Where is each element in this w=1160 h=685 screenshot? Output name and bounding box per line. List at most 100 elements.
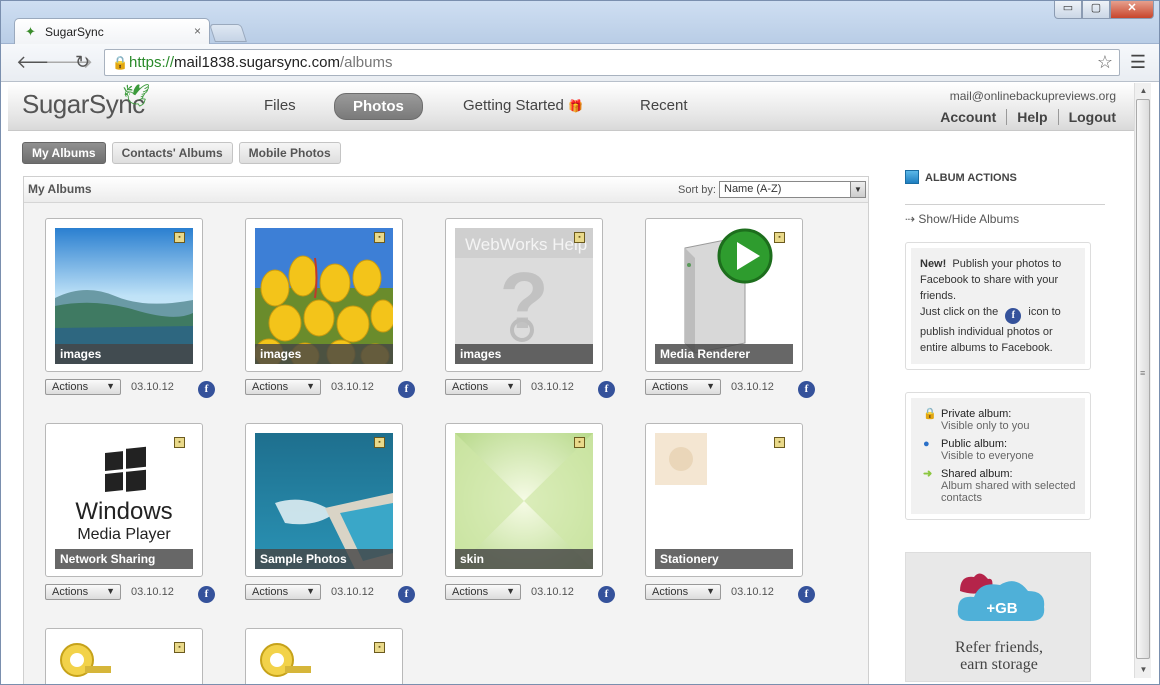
facebook-icon[interactable]: f bbox=[798, 381, 815, 398]
legend-private: 🔒 Private album: Visible only to you bbox=[923, 408, 1076, 432]
minimize-button[interactable]: ▭ bbox=[1054, 0, 1082, 19]
album-actions-dropdown[interactable]: Actions ▼ bbox=[245, 584, 321, 600]
tab-my-albums[interactable]: My Albums bbox=[22, 142, 106, 164]
ssl-lock-icon: 🔒 bbox=[112, 55, 129, 70]
albums-panel-header: My Albums Sort by: Name (A-Z) ▼ bbox=[24, 177, 868, 203]
refer-friends-banner[interactable]: +GB Refer friends, earn storage bbox=[905, 552, 1091, 682]
album-actions-dropdown[interactable]: Actions ▼ bbox=[445, 584, 521, 600]
facebook-icon[interactable]: f bbox=[798, 586, 815, 603]
facebook-icon[interactable]: f bbox=[198, 586, 215, 603]
dropdown-arrow-icon: ▼ bbox=[506, 381, 515, 391]
hummingbird-logo-icon: 🕊 bbox=[122, 83, 150, 108]
legend-shared-desc: Album shared with selected contacts bbox=[941, 480, 1076, 504]
shared-arrow-icon: ➜ bbox=[923, 468, 933, 480]
album-card[interactable]: ▪ images bbox=[245, 218, 403, 372]
refer-line1: Refer friends, bbox=[955, 639, 1043, 656]
album-card[interactable]: ▪ bbox=[245, 628, 403, 685]
dropdown-arrow-icon: ▼ bbox=[706, 381, 715, 391]
facebook-icon[interactable]: f bbox=[198, 381, 215, 398]
album-label[interactable]: Media Renderer bbox=[655, 344, 793, 364]
help-link[interactable]: Help bbox=[1006, 109, 1057, 125]
album-label[interactable]: Sample Photos bbox=[255, 549, 393, 569]
dropdown-arrow-icon: ▼ bbox=[306, 381, 315, 391]
facebook-icon[interactable]: f bbox=[598, 586, 615, 603]
album-actions-dropdown[interactable]: Actions ▼ bbox=[445, 379, 521, 395]
album-card[interactable]: WebWorks Help ? ▪ images bbox=[445, 218, 603, 372]
album-label[interactable]: skin bbox=[455, 549, 593, 569]
refer-line2: earn storage bbox=[960, 656, 1038, 673]
dropdown-arrow-icon: ▼ bbox=[706, 586, 715, 596]
sidebar-heading: ALBUM ACTIONS bbox=[905, 170, 1017, 184]
facebook-icon[interactable]: f bbox=[598, 381, 615, 398]
account-email: mail@onlinebackupreviews.org bbox=[949, 89, 1116, 103]
album-label[interactable]: images bbox=[55, 344, 193, 364]
private-lock-icon: ▪ bbox=[374, 437, 385, 448]
page-scrollbar[interactable]: ▲ ≡ ▼ bbox=[1134, 83, 1151, 678]
globe-icon: ● bbox=[923, 438, 930, 450]
facebook-promo-box: New! Publish your photos to Facebook to … bbox=[905, 242, 1091, 370]
scroll-down-arrow-icon[interactable]: ▼ bbox=[1135, 662, 1152, 678]
album-label[interactable]: images bbox=[255, 344, 393, 364]
nav-recent[interactable]: Recent bbox=[640, 97, 688, 114]
album-actions-dropdown[interactable]: Actions ▼ bbox=[45, 584, 121, 600]
tab-mobile-photos[interactable]: Mobile Photos bbox=[238, 142, 341, 164]
browser-menu-icon[interactable]: ☰ bbox=[1130, 52, 1146, 73]
logout-link[interactable]: Logout bbox=[1057, 109, 1116, 125]
private-lock-icon: ▪ bbox=[574, 437, 585, 448]
album-card[interactable]: ▪ Stationery bbox=[645, 423, 803, 577]
album-label[interactable]: Network Sharing bbox=[55, 549, 193, 569]
album-label[interactable]: Stationery bbox=[655, 549, 793, 569]
scroll-up-arrow-icon[interactable]: ▲ bbox=[1135, 83, 1152, 99]
album-actions-dropdown[interactable]: Actions ▼ bbox=[245, 379, 321, 395]
promo-line2a: Just click on the bbox=[920, 306, 999, 318]
nav-files[interactable]: Files bbox=[264, 97, 296, 114]
album-card[interactable]: ▪ Sample Photos bbox=[245, 423, 403, 577]
album-label[interactable]: images bbox=[455, 344, 593, 364]
facebook-icon[interactable]: f bbox=[398, 586, 415, 603]
windows-text: Windows bbox=[75, 498, 172, 525]
album-actions-dropdown[interactable]: Actions ▼ bbox=[645, 584, 721, 600]
nav-getting-started[interactable]: Getting Started 🎁 bbox=[463, 97, 583, 114]
album-date: 03.10.12 bbox=[131, 381, 174, 393]
cloud-icon: +GB bbox=[957, 573, 1045, 621]
private-lock-icon: ▪ bbox=[174, 232, 185, 243]
close-window-button[interactable]: ✕ bbox=[1110, 0, 1154, 19]
main-content: My Albums Contacts' Albums Mobile Photos… bbox=[8, 132, 1134, 685]
bookmark-star-icon[interactable]: ☆ bbox=[1097, 52, 1113, 73]
album-actions-dropdown[interactable]: Actions ▼ bbox=[45, 379, 121, 395]
actions-label: Actions bbox=[652, 586, 689, 598]
new-tab-button[interactable] bbox=[209, 24, 247, 42]
sort-select[interactable]: Name (A-Z) ▼ bbox=[719, 181, 866, 198]
arrow-right-icon: ⇢ bbox=[905, 212, 916, 226]
album-card[interactable]: ▪ images bbox=[45, 218, 203, 372]
album-actions-dropdown[interactable]: Actions ▼ bbox=[645, 379, 721, 395]
facebook-icon[interactable]: f bbox=[398, 381, 415, 398]
album-card[interactable]: Windows Media Player ▪ Network Sharing bbox=[45, 423, 203, 577]
browser-tab[interactable]: ✦ SugarSync × bbox=[14, 18, 210, 45]
actions-label: Actions bbox=[52, 381, 89, 393]
tab-title: SugarSync bbox=[45, 25, 104, 39]
albums-panel: My Albums Sort by: Name (A-Z) ▼ ▪ images bbox=[23, 176, 869, 685]
address-bar[interactable]: 🔒 https://mail1838.sugarsync.com/albums … bbox=[104, 49, 1120, 76]
album-actions-icon bbox=[905, 170, 919, 184]
legend-private-title: Private album: bbox=[941, 408, 1012, 420]
url-scheme: https:// bbox=[129, 54, 175, 71]
legend-private-desc: Visible only to you bbox=[941, 420, 1030, 432]
tab-contacts-albums[interactable]: Contacts' Albums bbox=[111, 142, 233, 164]
tab-close-icon[interactable]: × bbox=[194, 24, 201, 38]
svg-text:?: ? bbox=[500, 256, 549, 345]
actions-label: Actions bbox=[252, 586, 289, 598]
scrollbar-thumb[interactable]: ≡ bbox=[1136, 99, 1150, 659]
album-card[interactable]: ▪ Media Renderer bbox=[645, 218, 803, 372]
album-legend: 🔒 Private album: Visible only to you ● P… bbox=[911, 398, 1085, 514]
show-hide-albums-link[interactable]: ⇢ Show/Hide Albums bbox=[905, 212, 1019, 226]
maximize-button[interactable]: ▢ bbox=[1082, 0, 1110, 19]
nav-photos[interactable]: Photos bbox=[334, 93, 423, 120]
reload-icon[interactable]: ↻ bbox=[75, 52, 90, 73]
album-card[interactable]: ▪ bbox=[45, 628, 203, 685]
sugarsync-favicon-icon: ✦ bbox=[25, 24, 36, 39]
gift-icon: 🎁 bbox=[568, 99, 584, 113]
account-link[interactable]: Account bbox=[930, 109, 1006, 125]
dropdown-arrow-icon[interactable]: ▼ bbox=[850, 182, 865, 197]
album-card[interactable]: ▪ skin bbox=[445, 423, 603, 577]
